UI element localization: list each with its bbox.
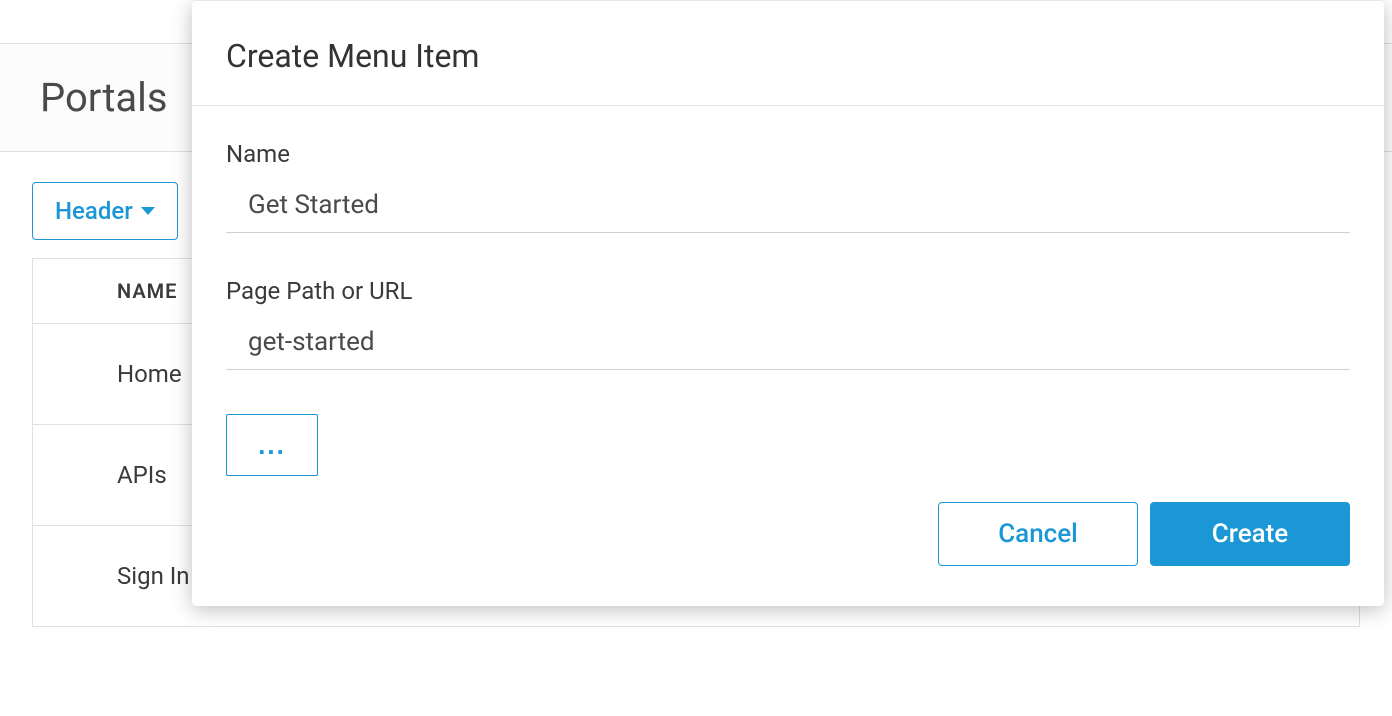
modal-title: Create Menu Item	[226, 37, 1350, 75]
name-input[interactable]	[226, 182, 1350, 233]
path-input[interactable]	[226, 319, 1350, 370]
create-menu-item-modal: Create Menu Item Name Page Path or URL .…	[192, 0, 1384, 606]
modal-header: Create Menu Item	[192, 1, 1384, 106]
header-dropdown-label: Header	[55, 197, 133, 225]
path-label: Page Path or URL	[226, 277, 1350, 305]
more-options-button[interactable]: ...	[226, 414, 318, 476]
cancel-button[interactable]: Cancel	[938, 502, 1138, 566]
modal-footer: Cancel Create	[192, 486, 1384, 566]
row-name: Home	[117, 360, 182, 388]
row-name: APIs	[117, 461, 167, 489]
caret-down-icon	[141, 207, 155, 215]
row-name: Sign In	[117, 562, 190, 590]
create-button[interactable]: Create	[1150, 502, 1350, 566]
path-field-group: Page Path or URL	[226, 277, 1350, 370]
name-field-group: Name	[226, 140, 1350, 233]
name-label: Name	[226, 140, 1350, 168]
header-dropdown[interactable]: Header	[32, 182, 178, 240]
modal-body: Name Page Path or URL ...	[192, 106, 1384, 486]
